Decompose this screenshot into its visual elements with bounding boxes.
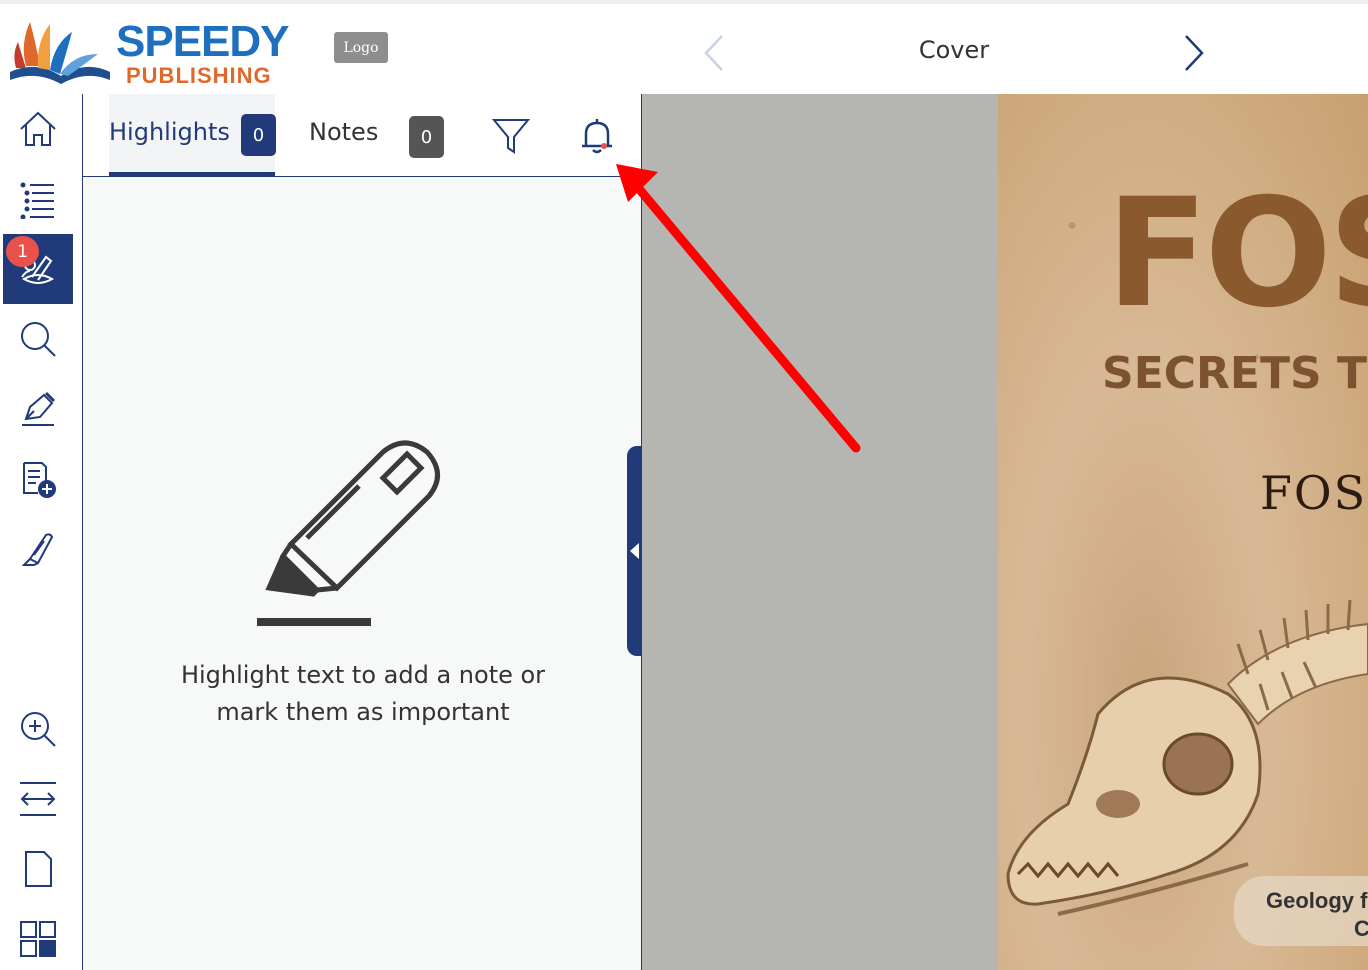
- home-icon: [20, 111, 56, 146]
- book-reader-area: FOS SECRETS TO FOSS Geology f C: [642, 94, 1368, 970]
- next-page-button[interactable]: [1176, 30, 1212, 76]
- fit-width-button[interactable]: [3, 764, 73, 834]
- empty-state-message: Highlight text to add a note or mark the…: [163, 657, 563, 731]
- tab-highlights-label: Highlights: [109, 118, 230, 146]
- left-toolbar: 1: [0, 94, 82, 970]
- search-icon: [21, 322, 56, 357]
- search-button[interactable]: [3, 304, 73, 374]
- highlights-notes-button[interactable]: 1: [3, 234, 73, 304]
- brand-subname: PUBLISHING: [126, 63, 272, 88]
- book-cover-page[interactable]: FOS SECRETS TO FOSS Geology f C: [998, 94, 1368, 970]
- cover-footer-line-2: C: [1354, 916, 1368, 941]
- highlights-notes-panel: Highlights 0 Notes 0 Highlight text to a…: [82, 94, 643, 970]
- app-root: SPEEDY PUBLISHING Logo Cover 1 Highlight…: [0, 0, 1368, 970]
- home-button[interactable]: [3, 94, 73, 164]
- highlights-badge: 1: [6, 236, 39, 267]
- table-of-contents-icon: [20, 182, 54, 219]
- highlighter-illustration: [257, 440, 440, 626]
- page-title: Cover: [918, 36, 990, 64]
- cover-series-word: FOSS: [1260, 466, 1368, 520]
- zoom-in-button[interactable]: [3, 694, 73, 764]
- tab-notes[interactable]: Notes 0: [309, 94, 449, 176]
- highlights-count-badge: 0: [241, 114, 276, 156]
- notifications-button[interactable]: [575, 114, 619, 158]
- zoom-in-icon: [21, 712, 56, 747]
- filter-button[interactable]: [489, 114, 533, 158]
- previous-page-button[interactable]: [696, 30, 732, 76]
- logo-placeholder-badge: Logo: [334, 32, 388, 63]
- fit-width-icon: [20, 782, 56, 816]
- pen-annotate-button[interactable]: [3, 374, 73, 444]
- grid-view-button[interactable]: [3, 904, 73, 970]
- highlighter-icon: [21, 533, 54, 566]
- notes-count-badge: 0: [409, 116, 444, 158]
- tab-notes-label: Notes: [309, 118, 379, 146]
- cover-subtitle: SECRETS TO: [1102, 348, 1368, 399]
- table-of-contents-button[interactable]: [3, 164, 73, 234]
- book-logo-icon: [10, 22, 110, 84]
- tab-highlights[interactable]: Highlights 0: [109, 94, 276, 176]
- collapse-arrow-icon: [630, 543, 639, 559]
- empty-state-line-2: mark them as important: [216, 698, 510, 726]
- filter-icon: [492, 119, 530, 154]
- highlighter-button[interactable]: [3, 514, 73, 584]
- cover-footer-line-1: Geology f: [1266, 888, 1368, 913]
- add-page-note-icon: [23, 462, 56, 498]
- single-page-icon: [25, 851, 52, 887]
- pen-annotate-icon: [22, 391, 56, 426]
- top-bar: SPEEDY PUBLISHING Logo Cover: [0, 0, 1368, 94]
- chevron-right-icon: [1185, 35, 1204, 71]
- brand-name: SPEEDY: [116, 17, 290, 66]
- bell-icon: [582, 119, 612, 154]
- empty-state-line-1: Highlight text to add a note or: [180, 661, 546, 689]
- single-page-button[interactable]: [3, 834, 73, 904]
- add-page-note-button[interactable]: [3, 444, 73, 514]
- chevron-left-icon: [704, 35, 723, 71]
- grid-view-icon: [20, 921, 56, 957]
- panel-tabs: Highlights 0 Notes 0: [83, 94, 641, 177]
- collapse-panel-handle[interactable]: [627, 446, 643, 656]
- brand-logo: SPEEDY PUBLISHING: [6, 14, 316, 94]
- cover-title: FOS: [1106, 167, 1368, 341]
